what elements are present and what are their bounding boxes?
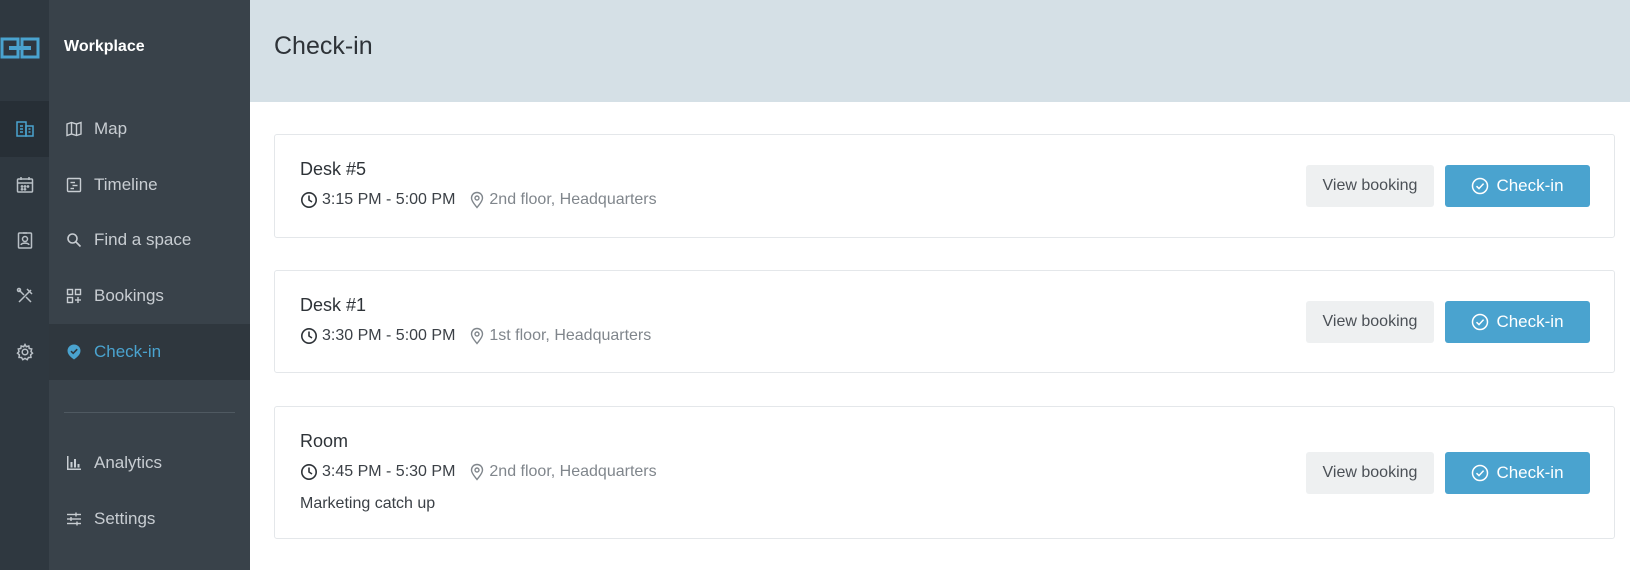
sidebar-item-label: Find a space <box>94 230 192 249</box>
booking-card: Desk #1 3:30 PM - 5:00 PM 1st floor, Hea… <box>274 270 1615 373</box>
rail-badge[interactable] <box>0 212 49 268</box>
logo-icon <box>0 37 40 59</box>
clock-icon <box>301 464 317 480</box>
location-pin-icon <box>471 327 484 345</box>
calendar-icon <box>16 177 33 193</box>
booking-location: 2nd floor, Headquarters <box>489 191 657 208</box>
booking-time: 3:45 PM - 5:30 PM <box>322 463 456 480</box>
check-in-label: Check-in <box>1496 176 1564 195</box>
booking-meta: 3:45 PM - 5:30 PM 2nd floor, Headquarter… <box>300 463 657 481</box>
tools-icon <box>16 287 33 303</box>
icon-rail <box>0 0 49 570</box>
check-in-button[interactable]: Check-in <box>1445 301 1590 343</box>
check-in-label: Check-in <box>1496 312 1564 331</box>
check-in-label: Check-in <box>1496 463 1564 482</box>
search-icon <box>64 230 84 250</box>
rail-tools[interactable] <box>0 268 49 324</box>
sidebar-item-label: Bookings <box>94 286 164 305</box>
check-circle-icon <box>1472 177 1489 195</box>
timeline-icon <box>64 175 84 195</box>
sidebar-item-label: Check-in <box>94 342 162 361</box>
rail-settings[interactable] <box>0 324 49 380</box>
booking-note: Marketing catch up <box>300 495 436 512</box>
sidebar-item-label: Timeline <box>94 175 158 194</box>
sidebar-item-label: Settings <box>94 509 156 528</box>
sidebar-item-label: Analytics <box>94 453 163 472</box>
booking-card: Room 3:45 PM - 5:30 PM 2nd floor, Headqu… <box>274 406 1615 539</box>
clock-icon <box>301 328 317 344</box>
check-in-button[interactable]: Check-in <box>1445 452 1590 494</box>
booking-location: 2nd floor, Headquarters <box>489 463 657 480</box>
sidebar: Workplace Map Timeline Find a space Book… <box>49 0 250 570</box>
booking-title: Desk #1 <box>300 295 367 315</box>
sidebar-item-label: Map <box>94 119 128 138</box>
location-pin-icon <box>471 191 484 209</box>
check-circle-icon <box>1472 313 1489 331</box>
page-title: Check-in <box>274 32 373 60</box>
booking-meta: 3:30 PM - 5:00 PM 1st floor, Headquarter… <box>300 327 651 345</box>
booking-time: 3:15 PM - 5:00 PM <box>322 191 456 208</box>
sidebar-item-timeline[interactable]: Timeline <box>49 157 250 213</box>
booking-location: 1st floor, Headquarters <box>489 327 652 344</box>
location-pin-icon <box>471 463 484 481</box>
rail-workplace[interactable] <box>0 101 49 157</box>
rail-calendar[interactable] <box>0 157 49 213</box>
check-circle-icon <box>1472 464 1489 482</box>
building-icon <box>15 121 34 137</box>
sidebar-item-check-in[interactable]: Check-in <box>49 324 250 380</box>
clock-icon <box>301 192 317 208</box>
sidebar-item-analytics[interactable]: Analytics <box>49 435 250 491</box>
gear-icon <box>15 343 34 361</box>
view-booking-button[interactable]: View booking <box>1306 452 1434 494</box>
booking-title: Desk #5 <box>300 159 367 179</box>
sidebar-item-map[interactable]: Map <box>49 101 250 157</box>
map-icon <box>64 119 84 139</box>
booking-time: 3:30 PM - 5:00 PM <box>322 327 456 344</box>
check-badge-icon <box>64 342 84 362</box>
check-in-button[interactable]: Check-in <box>1445 165 1590 207</box>
sidebar-divider <box>64 412 235 413</box>
sliders-icon <box>64 509 84 529</box>
sidebar-item-find-a-space[interactable]: Find a space <box>49 212 250 268</box>
analytics-icon <box>64 453 84 473</box>
view-booking-button[interactable]: View booking <box>1306 165 1434 207</box>
sidebar-item-bookings[interactable]: Bookings <box>49 268 250 324</box>
booking-card: Desk #5 3:15 PM - 5:00 PM 2nd floor, Hea… <box>274 134 1615 238</box>
badge-icon <box>17 232 32 249</box>
booking-title: Room <box>300 431 349 451</box>
bookings-icon <box>64 286 84 306</box>
sidebar-item-settings[interactable]: Settings <box>49 491 250 547</box>
view-booking-button[interactable]: View booking <box>1306 301 1434 343</box>
booking-meta: 3:15 PM - 5:00 PM 2nd floor, Headquarter… <box>300 191 657 209</box>
brand-title: Workplace <box>64 38 145 55</box>
page-header: Check-in <box>250 0 1630 102</box>
